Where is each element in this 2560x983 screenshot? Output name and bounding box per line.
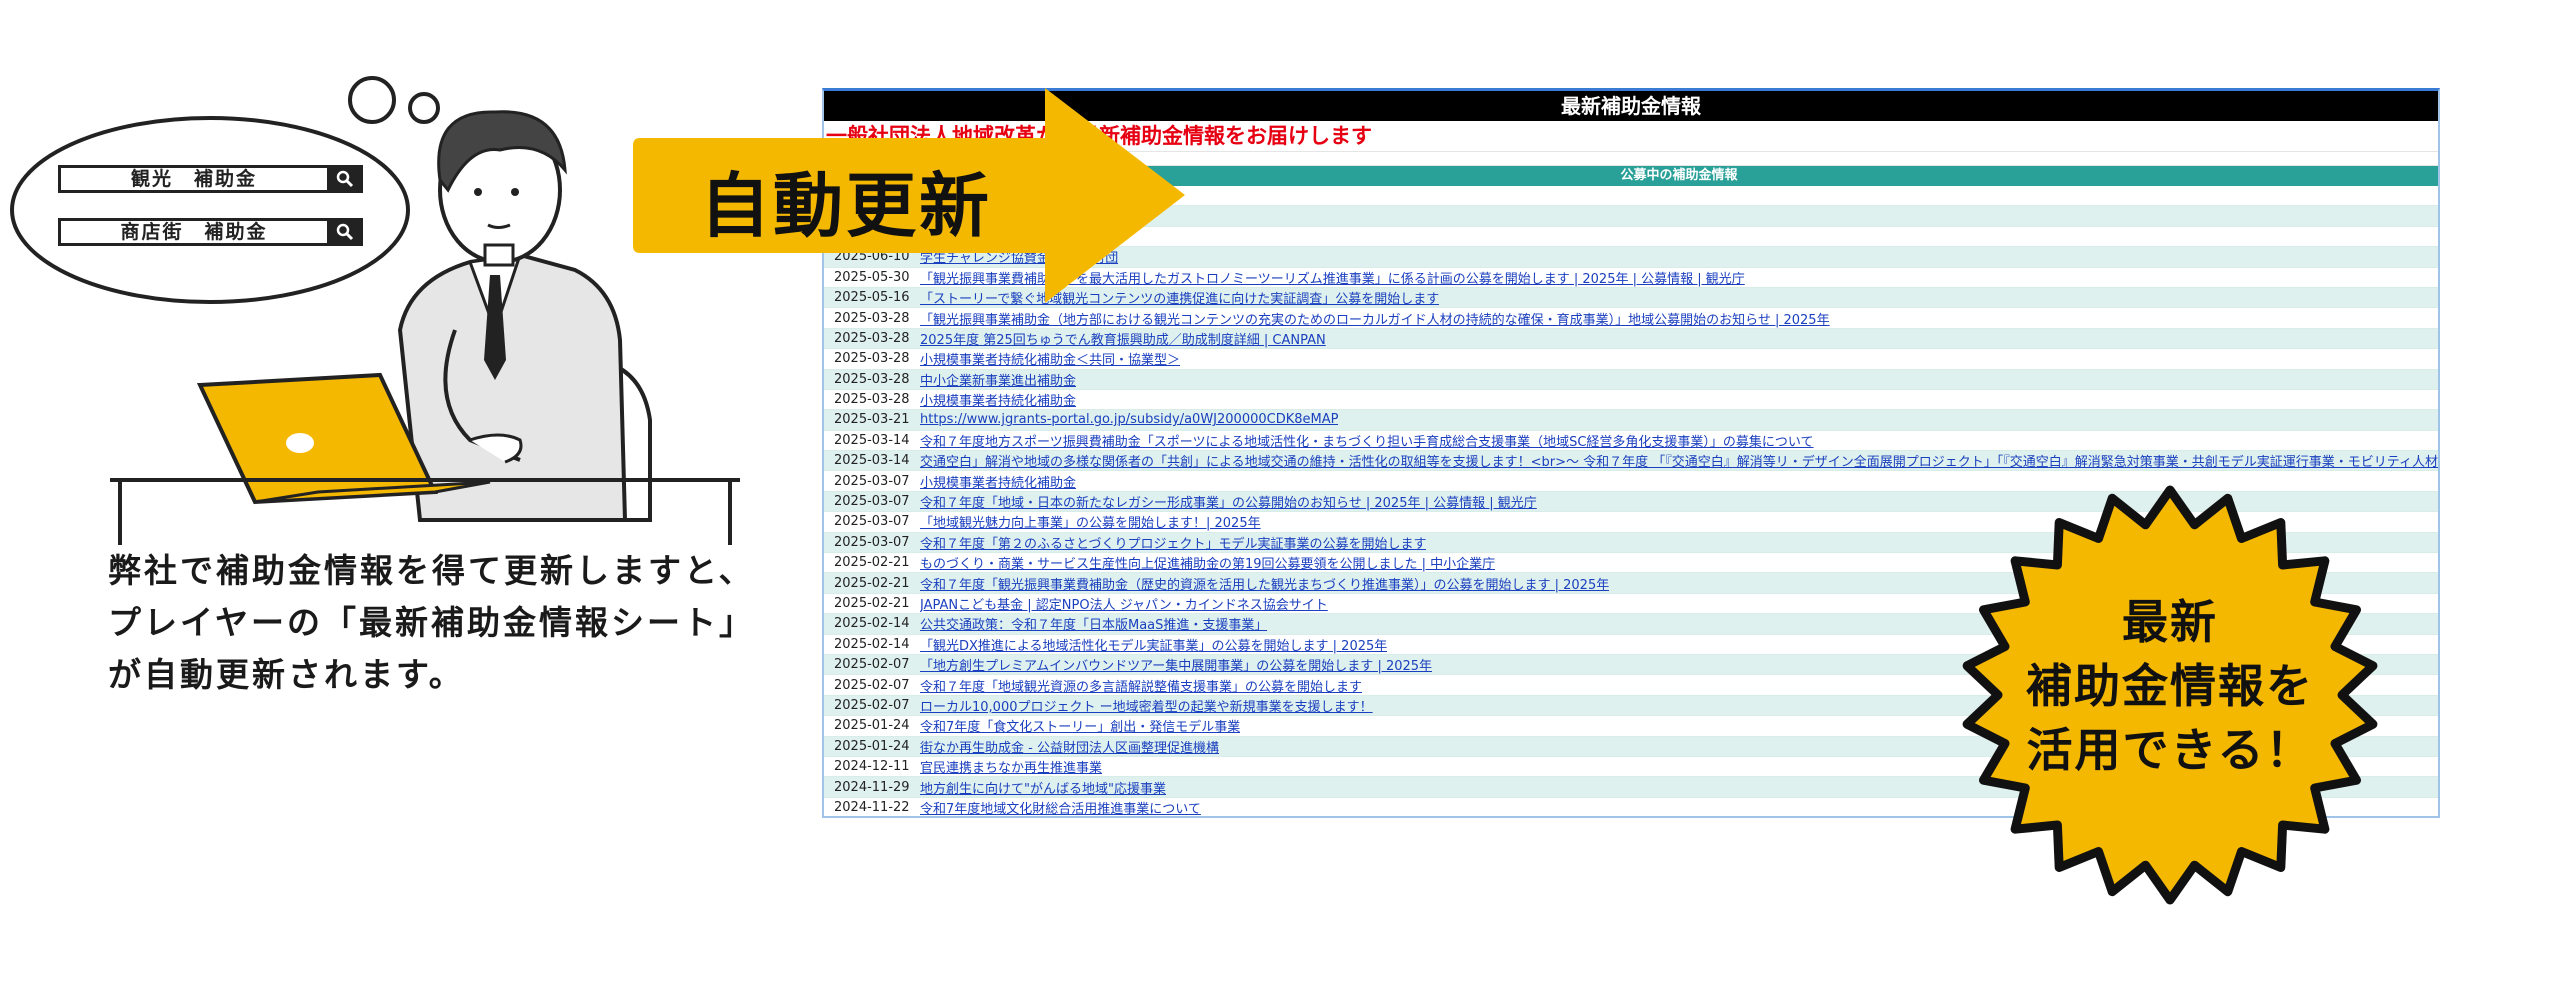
search-icon — [330, 221, 360, 243]
row-date: 2025-03-14 — [834, 432, 910, 448]
search-query-1: 観光 補助金 — [61, 168, 330, 190]
row-date: 2024-11-29 — [834, 779, 910, 795]
row-date: 2025-03-07 — [834, 473, 910, 489]
row-title-link[interactable]: 「地域観光魅力向上事業」の公募を開始します！| 2025年 — [920, 512, 1261, 531]
row-date: 2025-03-28 — [834, 371, 910, 387]
table-row: 2025-03-28 小規模事業者持続化補助金 — [824, 389, 2438, 411]
caption-line-3: が自動更新されます。 — [108, 655, 465, 694]
search-icon — [330, 168, 360, 190]
row-title-link[interactable]: 2025年度 第25回ちゅうでん教育振興助成／助成制度詳細 | CANPAN — [920, 329, 1326, 348]
badge-text: 最新 補助金情報を 活用できる！ — [1950, 590, 2390, 782]
row-date: 2025-02-14 — [834, 616, 910, 632]
table-row: 2025-03-14 令和７年度地方スポーツ振興費補助金「スポーツによる地域活性化… — [824, 430, 2438, 452]
row-title-link[interactable]: 交通空白」解消や地域の多様な関係者の「共創」による地域交通の維持・活性化の取組等… — [920, 451, 2438, 470]
table-row: 2025-03-28 中小企業新事業進出補助金 — [824, 369, 2438, 390]
row-date: 2025-02-21 — [834, 596, 910, 611]
search-box-1: 観光 補助金 — [58, 165, 363, 193]
row-date: 2025-03-28 — [834, 310, 910, 326]
row-date: 2025-02-21 — [834, 575, 910, 591]
row-date: 2024-11-22 — [834, 799, 910, 815]
thought-bubble-dot-large — [348, 76, 396, 124]
row-date: 2025-02-21 — [834, 555, 910, 571]
row-date: 2025-03-28 — [834, 351, 910, 367]
badge-line-2: 補助金情報を — [2026, 659, 2314, 713]
caption-line-1: 弊社で補助金情報を得て更新しますと、 — [108, 551, 755, 590]
row-title-link[interactable]: 小規模事業者持続化補助金 — [920, 472, 1076, 491]
row-date: 2025-03-21 — [834, 412, 910, 428]
row-title-link[interactable]: 令和７年度「地域観光資源の多言語解説整備支援事業」の公募を開始します — [920, 676, 1362, 695]
row-date: 2025-02-07 — [834, 677, 910, 693]
row-title-link[interactable]: ローカル10,000プロジェクト ー地域密着型の起業や新規事業を支援します！ — [920, 696, 1373, 715]
table-row: 2025-03-28 小規模事業者持続化補助金＜共同・協業型＞ — [824, 349, 2438, 370]
row-title-link[interactable]: 令和7年度地域文化財総合活用推進事業について — [920, 798, 1201, 816]
laptop — [196, 372, 439, 505]
row-date: 2025-01-24 — [834, 718, 910, 734]
row-title-link[interactable]: 「観光振興事業補助金（地方部における観光コンテンツの充実のためのローカルガイド人… — [920, 309, 1830, 328]
row-title-link[interactable]: ものづくり・商業・サービス生産性向上促進補助金の第19回公募要領を公開しました … — [920, 553, 1495, 572]
row-date: 2025-03-07 — [834, 494, 910, 510]
row-title-link[interactable]: 令和７年度「観光振興事業費補助金（歴史的資源を活用した観光まちづくり推進事業）」… — [920, 574, 1609, 593]
row-title-link[interactable]: 令和７年度地方スポーツ振興費補助金「スポーツによる地域活性化・まちづくり担い手育… — [920, 431, 1814, 450]
arrow-label: 自動更新 — [700, 165, 992, 247]
row-title-link[interactable]: 令和７年度「第２のふるさとづくりプロジェクト」モデル実証事業の公募を開始します — [920, 533, 1426, 552]
row-title-link[interactable]: 小規模事業者持続化補助金 — [920, 390, 1076, 409]
table-row: 2025-03-21 https://www.jgrants-portal.go.… — [824, 410, 2438, 431]
row-title-link[interactable]: 街なか再生助成金 - 公益財団法人区画整理促進機構 — [920, 737, 1219, 756]
badge-line-1: 最新 — [2122, 595, 2218, 649]
row-title-link[interactable]: 令和７年度「地域・日本の新たなレガシー形成事業」の公募開始のお知らせ | 202… — [920, 492, 1537, 511]
row-date: 2025-03-07 — [834, 534, 910, 550]
caption-line-2: プレイヤーの「最新補助金情報シート」 — [108, 603, 756, 642]
search-box-2: 商店街 補助金 — [58, 218, 363, 246]
row-date: 2025-02-14 — [834, 636, 910, 652]
row-title-link[interactable]: 小規模事業者持続化補助金＜共同・協業型＞ — [920, 349, 1180, 368]
row-title-link[interactable]: 官民連携まちなか再生推進事業 — [920, 757, 1102, 776]
row-title-link[interactable]: 地方創生に向けて"がんばる地域"応援事業 — [920, 778, 1166, 797]
row-date: 2024-12-11 — [834, 759, 910, 775]
table-row: 2025-03-28 「観光振興事業補助金（地方部における観光コンテンツの充実のた… — [824, 308, 2438, 329]
row-title-link[interactable]: https://www.jgrants-portal.go.jp/subsidy… — [920, 412, 1338, 427]
row-date: 2025-03-28 — [834, 330, 910, 346]
row-date: 2025-03-14 — [834, 453, 910, 469]
table-row: 2025-03-14 交通空白」解消や地域の多様な関係者の「共創」による地域交通の… — [824, 451, 2438, 472]
row-title-link[interactable]: 中小企業新事業進出補助金 — [920, 370, 1076, 389]
thought-bubble — [10, 116, 410, 304]
thought-bubble-dot-small — [408, 92, 440, 124]
table-row: 2025-03-28 2025年度 第25回ちゅうでん教育振興助成／助成制度詳細 … — [824, 328, 2438, 350]
row-date: 2025-02-07 — [834, 697, 910, 713]
caption-text: 弊社で補助金情報を得て更新しますと、 プレイヤーの「最新補助金情報シート」 が自… — [108, 545, 828, 701]
row-title-link[interactable]: 「地方創生プレミアムインバウンドツアー集中展開事業」の公募を開始します | 20… — [920, 655, 1432, 674]
row-title-link[interactable]: 令和7年度「食文化ストーリー」創出・発信モデル事業 — [920, 716, 1240, 735]
row-title-link[interactable]: 公共交通政策：令和７年度「日本版MaaS推進・支援事業」 — [920, 614, 1267, 633]
row-title-link[interactable]: 「観光DX推進による地域活性化モデル実証事業」の公募を開始します | 2025年 — [920, 635, 1387, 654]
row-title-link[interactable]: JAPANこども基金 | 認定NPO法人 ジャパン・カインドネス協会サイト — [920, 594, 1328, 613]
row-date: 2025-01-24 — [834, 738, 910, 754]
row-date: 2025-02-07 — [834, 657, 910, 673]
badge-line-3: 活用できる！ — [2026, 723, 2314, 777]
search-query-2: 商店街 補助金 — [61, 221, 330, 243]
row-date: 2025-03-28 — [834, 392, 910, 408]
row-date: 2025-03-07 — [834, 514, 910, 530]
